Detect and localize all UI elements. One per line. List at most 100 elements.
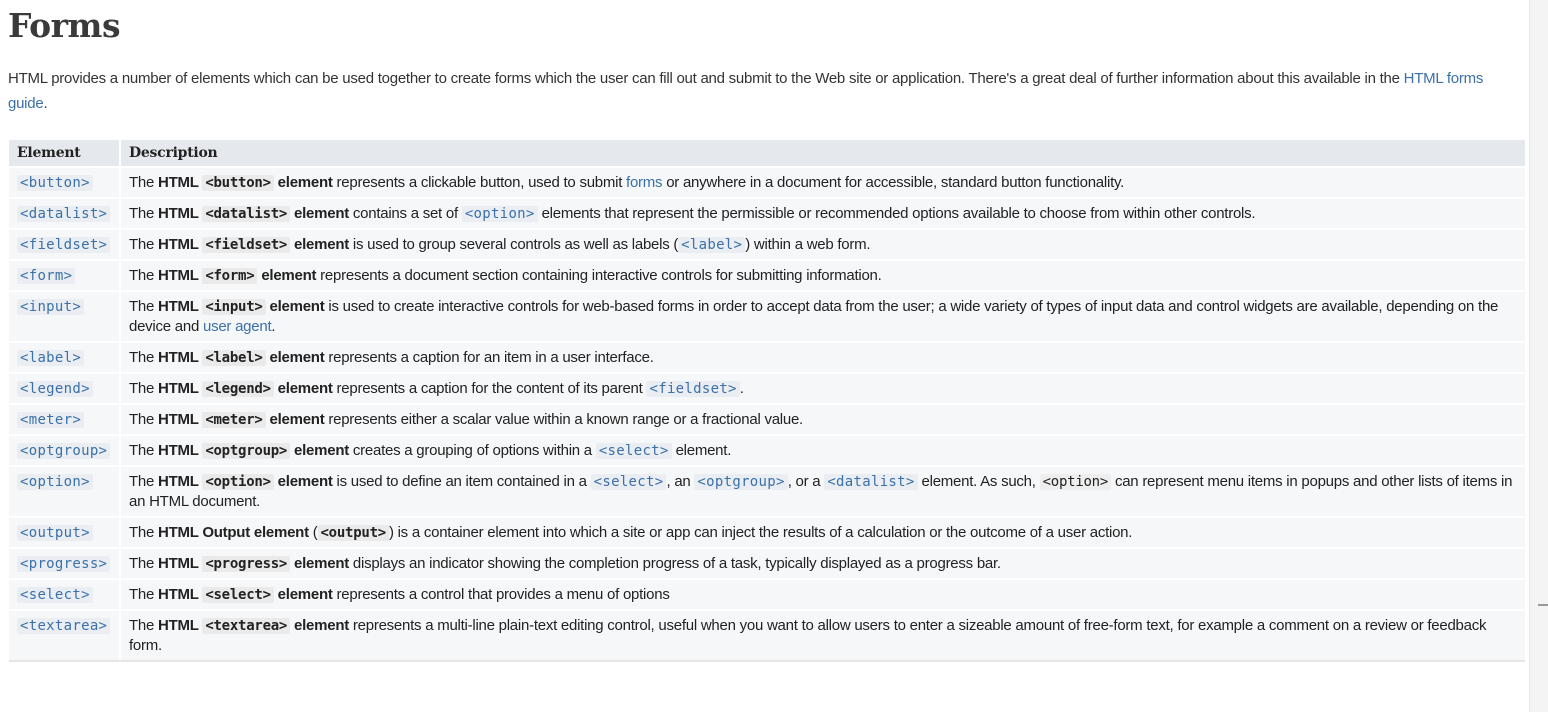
description-bold: element: [273, 473, 333, 490]
description-text: (: [308, 524, 318, 541]
element-link[interactable]: <textarea>: [17, 618, 111, 634]
description-bold: element: [273, 586, 333, 603]
description-bold: element: [265, 411, 325, 428]
description-bold: element: [265, 349, 325, 366]
description-text: represents a caption for the content of …: [332, 380, 647, 397]
description-bold: HTML: [158, 236, 203, 253]
description-text: represents a caption for an item in a us…: [324, 349, 654, 366]
description-text: is used to define an item contained in a: [332, 473, 591, 490]
description-bold: HTML Output element: [158, 524, 309, 541]
description-cell: The HTML <form> element represents a doc…: [120, 259, 1525, 291]
element-cell: <button>: [9, 166, 121, 198]
element-cell: <option>: [9, 465, 121, 517]
element-link[interactable]: <meter>: [17, 412, 85, 428]
description-text: , or a: [787, 473, 825, 490]
element-code: <fieldset>: [202, 237, 291, 253]
description-bold: HTML: [158, 555, 203, 572]
description-cell: The HTML <fieldset> element is used to g…: [120, 228, 1525, 260]
description-text: ) within a web form.: [745, 236, 871, 253]
element-link[interactable]: <optgroup>: [17, 443, 111, 459]
description-cell: The HTML <textarea> element represents a…: [120, 609, 1525, 662]
element-reference-link[interactable]: <select>: [590, 474, 667, 490]
element-link[interactable]: <option>: [17, 474, 93, 490]
description-cell: The HTML <optgroup> element creates a gr…: [120, 434, 1525, 466]
description-bold: HTML: [158, 298, 203, 315]
element-reference-link[interactable]: <select>: [595, 443, 672, 459]
description-cell: The HTML <progress> element displays an …: [120, 547, 1525, 579]
description-bold: element: [273, 174, 333, 191]
description-bold: HTML: [158, 174, 203, 191]
scrollbar-thumb[interactable]: [1538, 604, 1548, 606]
element-cell: <fieldset>: [9, 228, 121, 260]
description-bold: HTML: [158, 205, 203, 222]
description-bold: HTML: [158, 586, 203, 603]
description-text: .: [739, 380, 744, 397]
description-text: elements that represent the permissible …: [537, 205, 1256, 222]
element-code: <form>: [202, 268, 258, 284]
element-link[interactable]: <fieldset>: [17, 237, 111, 253]
description-link[interactable]: forms: [626, 174, 663, 191]
element-code: <button>: [202, 175, 274, 191]
description-text: The: [129, 524, 159, 541]
table-row: <button> The HTML <button> element repres…: [9, 166, 1525, 198]
description-text: The: [129, 380, 159, 397]
element-link[interactable]: <output>: [17, 525, 93, 541]
description-text: The: [129, 586, 159, 603]
element-link[interactable]: <form>: [17, 268, 76, 284]
element-code: <select>: [202, 587, 274, 603]
description-text: The: [129, 473, 159, 490]
description-bold: element: [290, 236, 349, 253]
element-link[interactable]: <input>: [17, 299, 85, 315]
element-link[interactable]: <label>: [17, 350, 85, 366]
element-code: <progress>: [202, 556, 291, 572]
description-cell: The HTML <select> element represents a c…: [120, 578, 1525, 610]
element-link[interactable]: <datalist>: [17, 206, 111, 222]
element-link[interactable]: <progress>: [17, 556, 111, 572]
description-cell: The HTML <legend> element represents a c…: [120, 372, 1525, 404]
element-link[interactable]: <select>: [17, 587, 93, 603]
element-code: <legend>: [202, 381, 274, 397]
table-row: <label> The HTML <label> element represen…: [9, 341, 1525, 373]
description-bold: element: [257, 267, 317, 284]
element-code: <datalist>: [202, 206, 291, 222]
description-cell: The HTML <datalist> element contains a s…: [120, 197, 1525, 229]
table-row: <option> The HTML <option> element is use…: [9, 465, 1525, 517]
description-cell: The HTML <button> element represents a c…: [120, 166, 1525, 198]
table-row: <output> The HTML Output element (<output…: [9, 516, 1525, 548]
description-bold: element: [265, 298, 325, 315]
inline-code: <option>: [1039, 474, 1112, 490]
element-reference-link[interactable]: <option>: [461, 206, 538, 222]
element-code: <meter>: [202, 412, 266, 428]
description-text: The: [129, 174, 159, 191]
element-reference-link[interactable]: <label>: [678, 237, 746, 253]
description-bold: HTML: [158, 617, 203, 634]
element-cell: <label>: [9, 341, 121, 373]
table-row: <optgroup> The HTML <optgroup> element cr…: [9, 434, 1525, 466]
element-link[interactable]: <button>: [17, 175, 93, 191]
element-cell: <meter>: [9, 403, 121, 435]
element-reference-link[interactable]: <optgroup>: [694, 474, 788, 490]
description-text: displays an indicator showing the comple…: [348, 555, 1001, 572]
description-text: is used to group several controls as wel…: [348, 236, 679, 253]
table-row: <textarea> The HTML <textarea> element re…: [9, 609, 1525, 662]
element-code: <input>: [202, 299, 266, 315]
description-link[interactable]: user agent: [203, 318, 272, 335]
description-bold: HTML: [158, 411, 203, 428]
table-row: <legend> The HTML <legend> element repres…: [9, 372, 1525, 404]
element-code: <optgroup>: [202, 443, 291, 459]
vertical-scrollbar[interactable]: [1529, 0, 1548, 712]
description-text: , an: [666, 473, 695, 490]
element-code: <textarea>: [202, 618, 291, 634]
description-text: The: [129, 411, 159, 428]
element-cell: <legend>: [9, 372, 121, 404]
description-text: The: [129, 555, 159, 572]
description-bold: element: [290, 442, 349, 459]
element-reference-link[interactable]: <fieldset>: [646, 381, 740, 397]
table-row: <datalist> The HTML <datalist> element co…: [9, 197, 1525, 229]
intro-end: .: [43, 95, 48, 112]
element-cell: <progress>: [9, 547, 121, 579]
table-row: <progress> The HTML <progress> element di…: [9, 547, 1525, 579]
element-link[interactable]: <legend>: [17, 381, 93, 397]
element-reference-link[interactable]: <datalist>: [824, 474, 918, 490]
description-cell: The HTML Output element (<output>) is a …: [120, 516, 1525, 548]
